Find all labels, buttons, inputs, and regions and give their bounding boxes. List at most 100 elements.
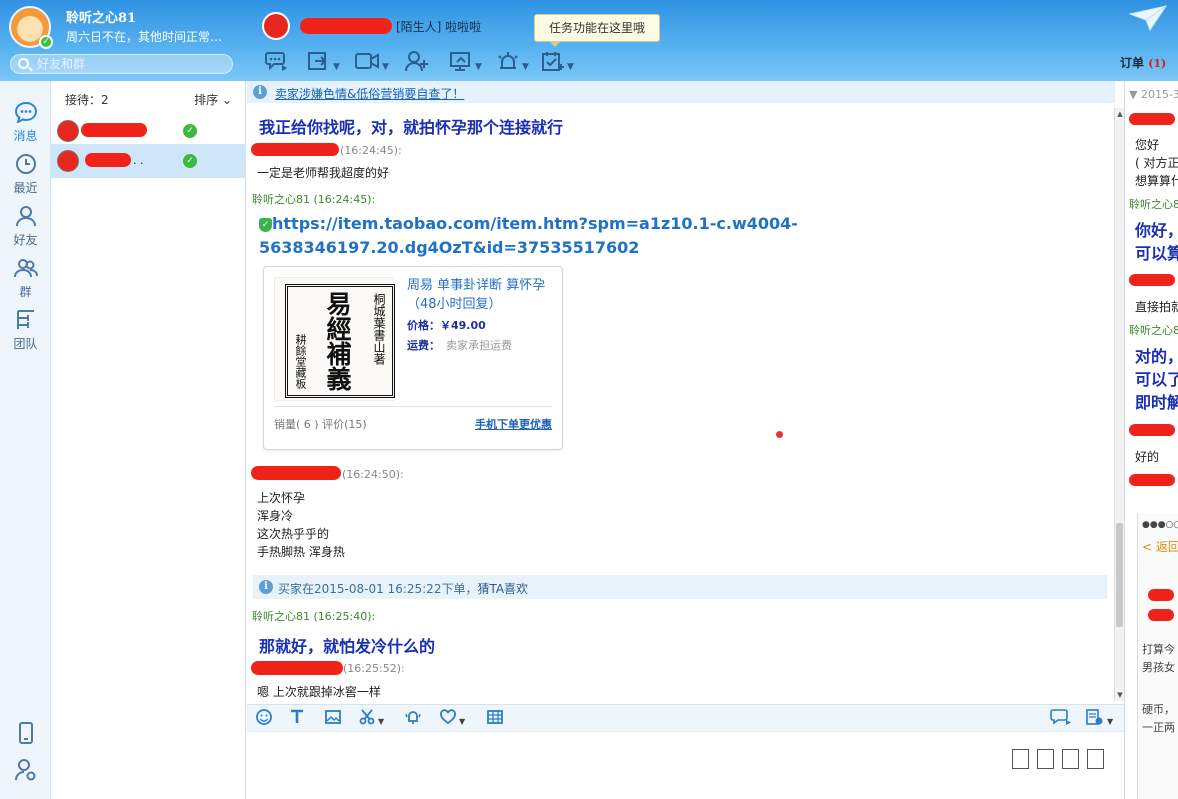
user-avatar[interactable]: ✓: [9, 6, 53, 49]
message-time: (16:25:52):: [343, 662, 405, 675]
mobile-button[interactable]: [0, 721, 51, 747]
video-call-button[interactable]: ▼: [354, 50, 389, 76]
contact-row[interactable]: ✓: [51, 114, 246, 148]
nav-team[interactable]: 团队: [0, 309, 51, 352]
nav-label: 团队: [13, 337, 38, 351]
product-title[interactable]: 周易 单事卦详断 算怀孕（48小时回复）: [407, 276, 557, 314]
online-status-icon: ✓: [39, 35, 53, 49]
order-tab-label: 订单: [1120, 56, 1145, 70]
placeholder-glyph: [1037, 749, 1054, 769]
price-label: 价格：: [407, 319, 440, 332]
history-big-line: 对的，: [1135, 347, 1178, 366]
org-tree-icon: [0, 309, 51, 335]
message-text: 我正给你找呢，对，就拍怀孕那个连接就行: [259, 118, 564, 137]
person-icon: [0, 205, 51, 231]
history-sender: 聆听之心8: [1129, 198, 1178, 211]
account-settings-button[interactable]: [0, 758, 51, 784]
user-name: 聆听之心81: [66, 11, 137, 26]
send-file-button[interactable]: ▼: [307, 50, 340, 76]
redacted-sender: [251, 661, 343, 675]
placeholder-glyph: [1062, 749, 1079, 769]
notice-link[interactable]: 卖家涉嫌色情&低俗营销要自查了！: [275, 85, 464, 102]
font-button[interactable]: [288, 708, 306, 730]
record-button[interactable]: ▼: [1085, 708, 1113, 730]
mobile-order-link[interactable]: 手机下单更优惠: [475, 416, 552, 432]
guess-like-link[interactable]: 猜TA喜欢: [477, 582, 528, 596]
message-time: (16:24:50):: [342, 468, 404, 481]
contact-row[interactable]: . . ✓: [51, 144, 246, 178]
nav-label: 消息: [13, 129, 38, 143]
redacted-sender: [251, 143, 339, 156]
bell-shake-icon: [405, 711, 421, 724]
emoji-button[interactable]: [255, 708, 273, 730]
contact-avatar[interactable]: [262, 12, 290, 40]
book-author: 桐城葉書山著: [372, 293, 386, 365]
message-time: (16:24:45):: [340, 144, 402, 157]
chevron-down-icon: ▼: [333, 62, 340, 72]
grid-icon: [487, 710, 503, 724]
message-input[interactable]: [247, 732, 1124, 799]
nav-label: 最近: [13, 181, 38, 195]
phone-text-line: 一正两: [1142, 721, 1175, 734]
avatar: [57, 150, 79, 172]
price-value: ￥49.00: [440, 319, 486, 332]
quick-reply-button[interactable]: [1050, 708, 1072, 730]
product-thumbnail[interactable]: 桐城葉書山著 易經補義 耕餘堂藏板: [274, 277, 395, 401]
user-status-message[interactable]: 周六日不在，其他时间正常…: [66, 28, 222, 45]
reception-count: 接待：2: [65, 93, 109, 107]
screenshot-button[interactable]: ▼: [358, 708, 384, 730]
chat-transfer-icon: [265, 52, 287, 71]
redacted-contact-name: [300, 18, 392, 34]
search-input[interactable]: [37, 56, 227, 72]
paper-plane-icon: [1128, 5, 1168, 32]
redacted-name: [81, 123, 147, 137]
divider: [274, 406, 552, 407]
nav-recent[interactable]: 最近: [0, 153, 51, 196]
chevron-down-icon: ▼: [475, 62, 482, 72]
task-tooltip: 任务功能在这里哦: [534, 14, 660, 47]
chevron-down-icon: ▼: [1107, 716, 1114, 726]
screen-share-button[interactable]: ▼: [449, 50, 482, 76]
alarm-button[interactable]: ▼: [496, 50, 529, 76]
order-side-panel: ▼ 2015-3- 您好 ( 对方正 想算算什 聆听之心8 你好， 可以算 直接…: [1124, 81, 1178, 799]
scroll-up-icon[interactable]: ▲: [1116, 110, 1124, 118]
product-card[interactable]: 桐城葉書山著 易經補義 耕餘堂藏板 周易 单事卦详断 算怀孕（48小时回复） 价…: [263, 266, 563, 450]
shipping-info: 运费： 卖家承担运费: [407, 337, 512, 353]
nav-label: 好友: [13, 233, 38, 247]
book-title: 易經補義: [323, 291, 352, 391]
info-icon: i: [259, 580, 273, 594]
product-url[interactable]: https://item.taobao.com/item.htm?spm=a1z…: [259, 214, 798, 257]
book-cover-image: 桐城葉書山著 易經補義 耕餘堂藏板: [285, 284, 395, 398]
table-button[interactable]: [486, 708, 504, 730]
header-bar: ✓ 聆听之心81 周六日不在，其他时间正常… [陌生人] 啦啦啦 任务功能在这里…: [0, 0, 1178, 81]
alarm-icon: [498, 52, 518, 69]
chat-transfer-button[interactable]: [265, 50, 289, 76]
nav-groups[interactable]: 群: [0, 257, 51, 300]
scroll-thumb[interactable]: [1116, 523, 1123, 627]
message-text: 那就好，就怕发冷什么的: [259, 637, 436, 656]
message-text: 一定是老师帮我超度的好: [257, 166, 390, 180]
scissors-icon: [359, 709, 375, 725]
image-button[interactable]: [324, 708, 342, 730]
message-link[interactable]: ✓ https://item.taobao.com/item.htm?spm=a1…: [259, 212, 819, 260]
message-line: 浑身冷: [257, 509, 294, 523]
favorite-button[interactable]: ▼: [439, 708, 465, 730]
nav-friends[interactable]: 好友: [0, 205, 51, 248]
history-big-line: 即时解: [1135, 393, 1178, 412]
order-tab[interactable]: 订单 (1): [1120, 54, 1166, 71]
history-date[interactable]: ▼ 2015-3-: [1129, 88, 1178, 101]
notice-bar: i 卖家涉嫌色情&低俗营销要自查了！: [247, 81, 1115, 103]
shake-button[interactable]: [404, 708, 422, 730]
redacted-sender: [1129, 424, 1175, 436]
chat-scrollbar[interactable]: ▲ ▼: [1114, 108, 1124, 701]
monitor-icon: [450, 52, 470, 71]
nav-messages[interactable]: 消息: [0, 101, 51, 144]
chevron-down-icon: ▼: [382, 62, 389, 72]
add-friend-button[interactable]: [405, 50, 429, 76]
task-button[interactable]: ▼: [541, 50, 574, 76]
person-settings-icon: [0, 758, 51, 784]
sort-dropdown[interactable]: 排序 ⌄: [194, 91, 232, 108]
search-box[interactable]: [10, 54, 233, 74]
history-line: 您好: [1135, 138, 1160, 152]
scroll-down-icon[interactable]: ▼: [1116, 691, 1124, 699]
